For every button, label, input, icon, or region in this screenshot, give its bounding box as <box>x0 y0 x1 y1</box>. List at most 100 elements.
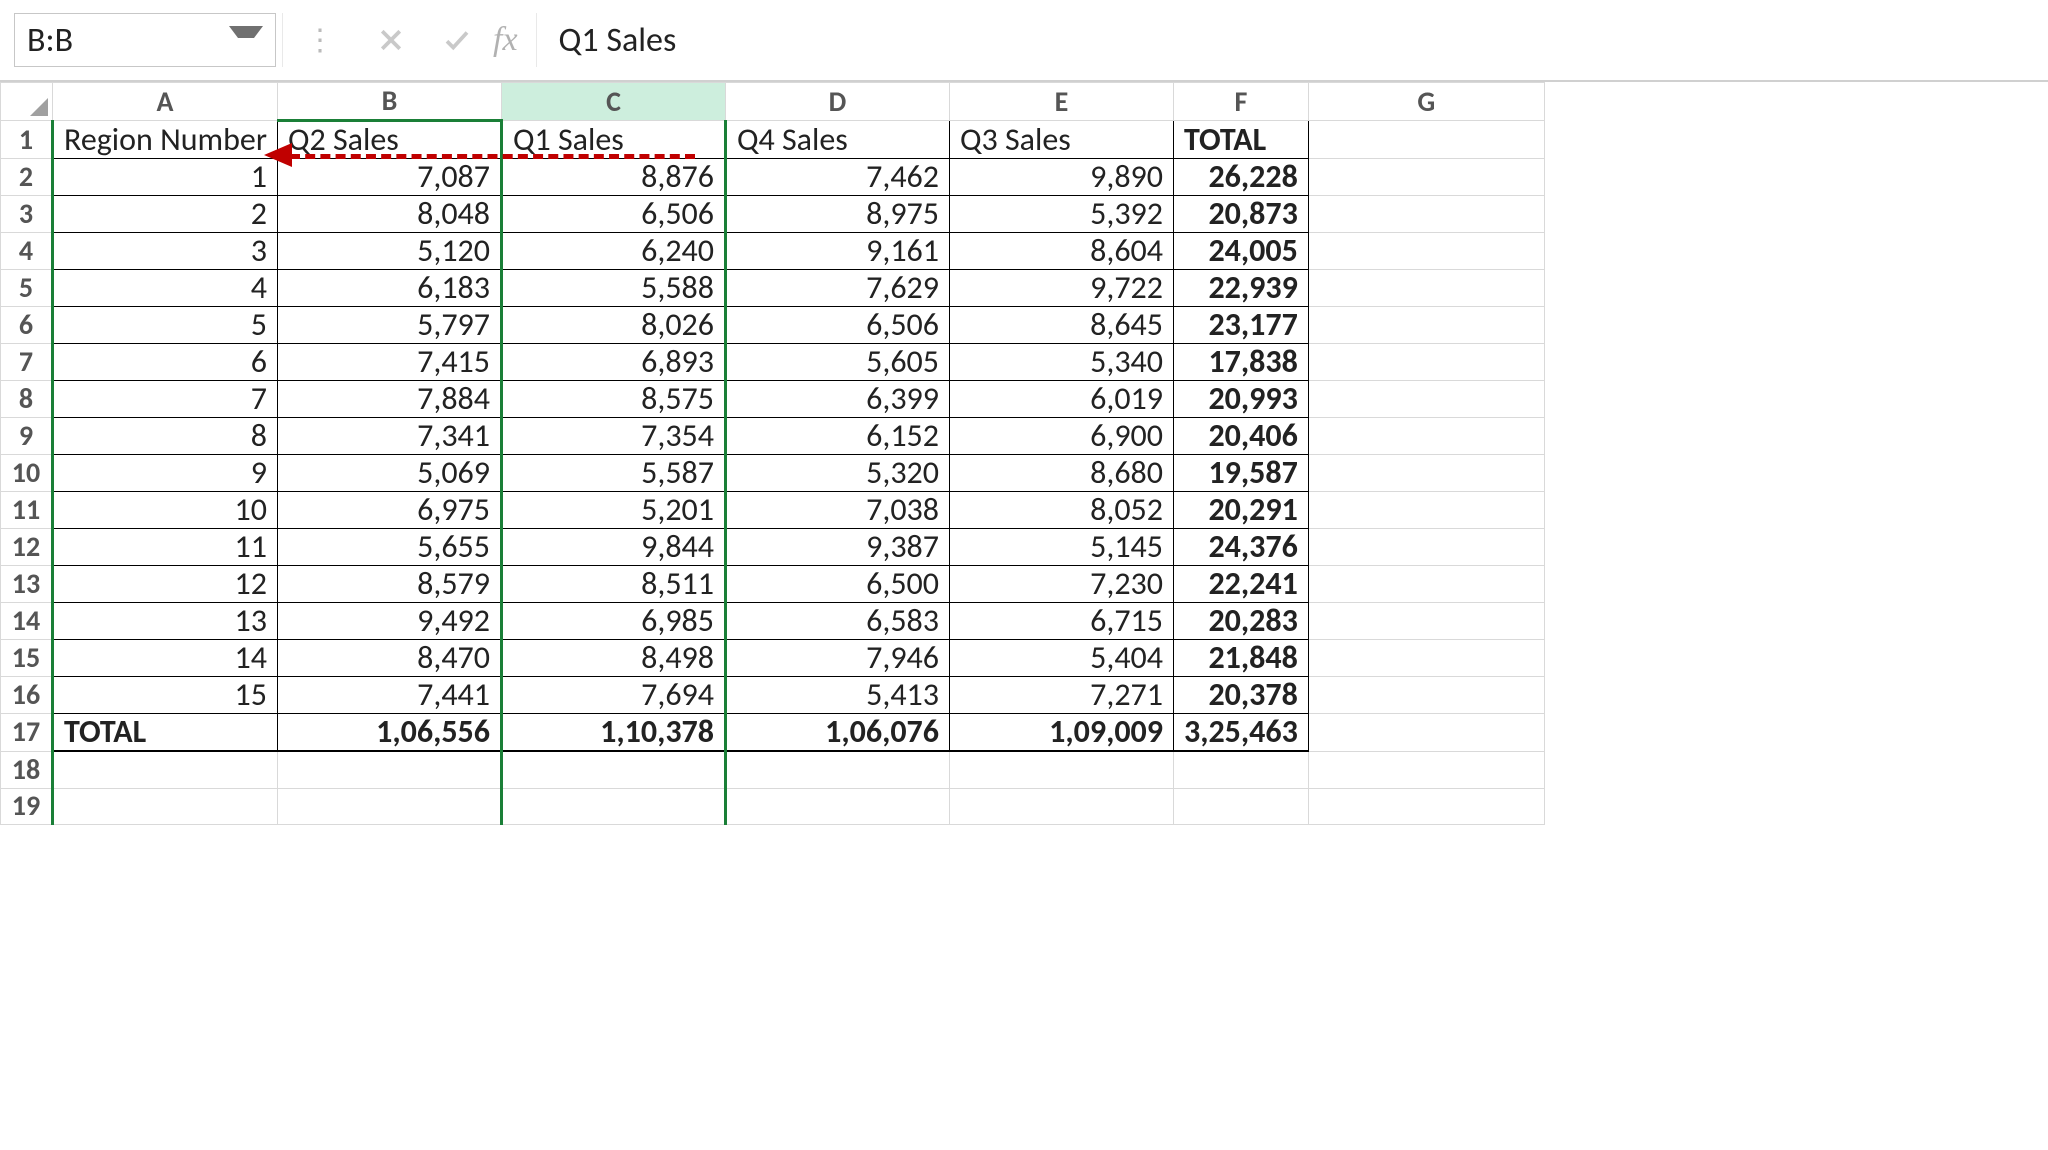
cell[interactable] <box>1308 714 1544 752</box>
cell[interactable]: 7,441 <box>277 677 501 714</box>
cell[interactable] <box>1308 566 1544 603</box>
cell[interactable]: 6,893 <box>501 344 725 381</box>
cell[interactable]: 8,498 <box>501 640 725 677</box>
cell[interactable] <box>1308 233 1544 270</box>
cell[interactable]: 6,985 <box>501 603 725 640</box>
cell[interactable]: 6,240 <box>501 233 725 270</box>
cell[interactable]: 8,048 <box>277 196 501 233</box>
spreadsheet[interactable]: A B C D E F G 1 Region Number Q2 Sales Q… <box>0 82 2048 825</box>
name-box[interactable]: B:B <box>14 13 276 67</box>
cell[interactable]: 7,415 <box>277 344 501 381</box>
row-header[interactable]: 4 <box>1 233 53 270</box>
cancel-icon[interactable] <box>361 13 421 67</box>
row-header[interactable]: 15 <box>1 640 53 677</box>
row-header[interactable]: 14 <box>1 603 53 640</box>
cell[interactable]: 5,069 <box>277 455 501 492</box>
cell[interactable]: 8,052 <box>949 492 1173 529</box>
cell[interactable]: 5,120 <box>277 233 501 270</box>
cell[interactable]: 24,005 <box>1173 233 1308 270</box>
cell[interactable]: 5,201 <box>501 492 725 529</box>
row-header[interactable]: 18 <box>1 751 53 788</box>
cell[interactable]: 5,145 <box>949 529 1173 566</box>
cell[interactable]: 20,873 <box>1173 196 1308 233</box>
cell[interactable]: 9,722 <box>949 270 1173 307</box>
cell[interactable]: 19,587 <box>1173 455 1308 492</box>
cell[interactable]: 8,470 <box>277 640 501 677</box>
row-header[interactable]: 17 <box>1 714 53 752</box>
row-header[interactable]: 3 <box>1 196 53 233</box>
cell[interactable]: 7,038 <box>725 492 949 529</box>
formula-input[interactable]: Q1 Sales <box>537 13 2048 67</box>
cell[interactable]: 5,605 <box>725 344 949 381</box>
col-header-A[interactable]: A <box>53 83 278 121</box>
cell[interactable]: 9,890 <box>949 159 1173 196</box>
cell[interactable]: 6 <box>53 344 278 381</box>
cell[interactable]: 7,087 <box>277 159 501 196</box>
cell[interactable]: 20,378 <box>1173 677 1308 714</box>
cell[interactable]: 7,271 <box>949 677 1173 714</box>
cell[interactable]: 5,587 <box>501 455 725 492</box>
cell[interactable]: 6,506 <box>725 307 949 344</box>
cell[interactable] <box>725 751 949 788</box>
cell[interactable]: Region Number <box>53 121 278 159</box>
cell[interactable]: 2 <box>53 196 278 233</box>
cell[interactable]: 17,838 <box>1173 344 1308 381</box>
cell[interactable]: 7,230 <box>949 566 1173 603</box>
cell[interactable]: 9,492 <box>277 603 501 640</box>
cell[interactable] <box>1173 788 1308 824</box>
cell[interactable]: 5,588 <box>501 270 725 307</box>
cell[interactable]: 1,09,009 <box>949 714 1173 752</box>
cell[interactable]: 3 <box>53 233 278 270</box>
cell[interactable]: 15 <box>53 677 278 714</box>
cell[interactable] <box>277 751 501 788</box>
cell[interactable]: 26,228 <box>1173 159 1308 196</box>
cell[interactable]: 7,354 <box>501 418 725 455</box>
cell[interactable]: 8,645 <box>949 307 1173 344</box>
col-header-G[interactable]: G <box>1308 83 1544 121</box>
cell[interactable]: 9,161 <box>725 233 949 270</box>
cell[interactable]: 22,241 <box>1173 566 1308 603</box>
cell[interactable] <box>53 788 278 824</box>
cell[interactable]: 8,975 <box>725 196 949 233</box>
cell[interactable]: 21,848 <box>1173 640 1308 677</box>
cell[interactable]: 10 <box>53 492 278 529</box>
cell[interactable]: 20,283 <box>1173 603 1308 640</box>
row-header[interactable]: 13 <box>1 566 53 603</box>
row-header[interactable]: 11 <box>1 492 53 529</box>
row-header[interactable]: 12 <box>1 529 53 566</box>
row-header[interactable]: 9 <box>1 418 53 455</box>
cell[interactable]: 8,511 <box>501 566 725 603</box>
chevron-down-icon[interactable] <box>229 26 263 54</box>
row-header[interactable]: 8 <box>1 381 53 418</box>
cell[interactable]: 1,06,076 <box>725 714 949 752</box>
col-header-F[interactable]: F <box>1173 83 1308 121</box>
cell[interactable]: 23,177 <box>1173 307 1308 344</box>
cell[interactable] <box>1308 640 1544 677</box>
cell[interactable]: 5 <box>53 307 278 344</box>
grid[interactable]: A B C D E F G 1 Region Number Q2 Sales Q… <box>0 82 1545 825</box>
row-header[interactable]: 10 <box>1 455 53 492</box>
cell[interactable] <box>53 751 278 788</box>
cell[interactable]: 5,392 <box>949 196 1173 233</box>
cell[interactable]: 20,406 <box>1173 418 1308 455</box>
row-header[interactable]: 16 <box>1 677 53 714</box>
cell[interactable]: 8,680 <box>949 455 1173 492</box>
cell[interactable]: 1,10,378 <box>501 714 725 752</box>
cell[interactable]: 6,506 <box>501 196 725 233</box>
cell[interactable]: 6,900 <box>949 418 1173 455</box>
cell[interactable]: 8,575 <box>501 381 725 418</box>
cell[interactable]: 1 <box>53 159 278 196</box>
cell[interactable] <box>1308 196 1544 233</box>
cell[interactable]: 6,183 <box>277 270 501 307</box>
fx-icon[interactable]: fx <box>493 13 537 67</box>
cell[interactable] <box>1308 677 1544 714</box>
col-header-B[interactable]: B <box>277 83 501 121</box>
cell[interactable] <box>501 751 725 788</box>
cell[interactable]: 8,579 <box>277 566 501 603</box>
cell[interactable] <box>1308 270 1544 307</box>
cell[interactable]: 1,06,556 <box>277 714 501 752</box>
cell[interactable] <box>1308 492 1544 529</box>
cell[interactable]: 12 <box>53 566 278 603</box>
cell[interactable] <box>1308 159 1544 196</box>
cell[interactable]: Q3 Sales <box>949 121 1173 159</box>
